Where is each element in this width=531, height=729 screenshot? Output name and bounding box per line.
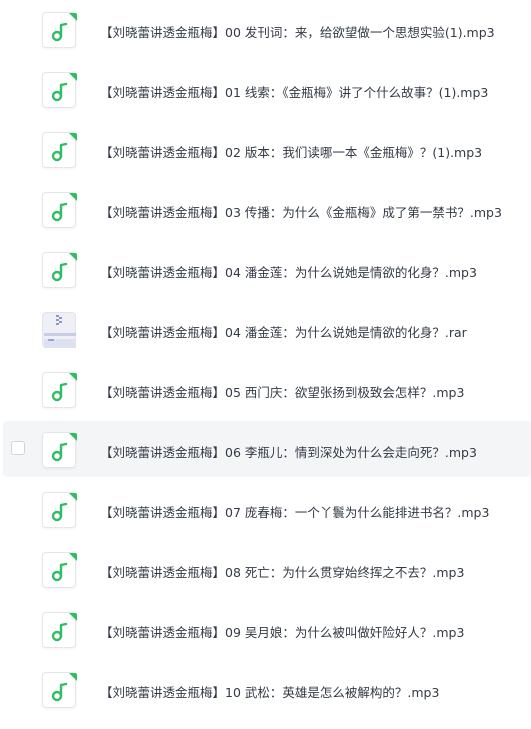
file-name[interactable]: 【刘晓蕾讲透金瓶梅】10 武松：英雄是怎么被解构的？.mp3 <box>100 682 439 701</box>
archive-icon <box>42 312 76 348</box>
music-note-icon <box>42 672 77 708</box>
file-row[interactable]: 【刘晓蕾讲透金瓶梅】01 线索：《金瓶梅》讲了个什么故事？(1).mp3 <box>0 62 531 118</box>
file-row[interactable]: 【刘晓蕾讲透金瓶梅】08 死亡：为什么贯穿始终挥之不去？.mp3 <box>0 542 531 598</box>
file-row[interactable]: 【刘晓蕾讲透金瓶梅】03 传播：为什么《金瓶梅》成了第一禁书？.mp3 <box>0 182 531 238</box>
file-list: 【刘晓蕾讲透金瓶梅】00 发刊词：来，给欲望做一个思想实验(1).mp3 【刘晓… <box>0 0 531 729</box>
file-row[interactable]: 【刘晓蕾讲透金瓶梅】09 吴月娘：为什么被叫做奸险好人？.mp3 <box>0 602 531 658</box>
file-row[interactable]: 【刘晓蕾讲透金瓶梅】04 潘金莲：为什么说她是情欲的化身？.mp3 <box>0 242 531 298</box>
music-note-icon <box>42 432 77 468</box>
file-name[interactable]: 【刘晓蕾讲透金瓶梅】06 李瓶儿：情到深处为什么会走向死？.mp3 <box>100 442 477 461</box>
file-row[interactable]: 【刘晓蕾讲透金瓶梅】05 西门庆：欲望张扬到极致会怎样？.mp3 <box>0 362 531 418</box>
music-note-icon <box>42 492 77 528</box>
music-note-icon <box>42 192 77 228</box>
select-checkbox[interactable] <box>11 441 25 455</box>
file-row[interactable]: 【刘晓蕾讲透金瓶梅】04 潘金莲：为什么说她是情欲的化身？.rar <box>0 302 531 358</box>
file-name[interactable]: 【刘晓蕾讲透金瓶梅】04 潘金莲：为什么说她是情欲的化身？.rar <box>100 322 467 341</box>
file-row[interactable]: 【刘晓蕾讲透金瓶梅】00 发刊词：来，给欲望做一个思想实验(1).mp3 <box>0 2 531 58</box>
music-note-icon <box>42 12 77 48</box>
music-note-icon <box>42 132 77 168</box>
file-row[interactable]: 【刘晓蕾讲透金瓶梅】02 版本：我们读哪一本《金瓶梅》？(1).mp3 <box>0 122 531 178</box>
music-note-icon <box>42 252 77 288</box>
file-name[interactable]: 【刘晓蕾讲透金瓶梅】00 发刊词：来，给欲望做一个思想实验(1).mp3 <box>100 22 495 41</box>
music-note-icon <box>42 612 77 648</box>
file-name[interactable]: 【刘晓蕾讲透金瓶梅】01 线索：《金瓶梅》讲了个什么故事？(1).mp3 <box>100 82 488 101</box>
file-name[interactable]: 【刘晓蕾讲透金瓶梅】07 庞春梅：一个丫鬟为什么能排进书名？.mp3 <box>100 502 489 521</box>
music-note-icon <box>42 372 77 408</box>
music-note-icon <box>42 72 77 108</box>
file-name[interactable]: 【刘晓蕾讲透金瓶梅】08 死亡：为什么贯穿始终挥之不去？.mp3 <box>100 562 464 581</box>
music-note-icon <box>42 552 77 588</box>
file-name[interactable]: 【刘晓蕾讲透金瓶梅】05 西门庆：欲望张扬到极致会怎样？.mp3 <box>100 382 464 401</box>
file-row[interactable]: 【刘晓蕾讲透金瓶梅】07 庞春梅：一个丫鬟为什么能排进书名？.mp3 <box>0 482 531 538</box>
file-name[interactable]: 【刘晓蕾讲透金瓶梅】03 传播：为什么《金瓶梅》成了第一禁书？.mp3 <box>100 202 502 221</box>
file-row[interactable]: 【刘晓蕾讲透金瓶梅】10 武松：英雄是怎么被解构的？.mp3 <box>0 662 531 718</box>
file-name[interactable]: 【刘晓蕾讲透金瓶梅】09 吴月娘：为什么被叫做奸险好人？.mp3 <box>100 622 464 641</box>
file-row-hovered[interactable]: 【刘晓蕾讲透金瓶梅】06 李瓶儿：情到深处为什么会走向死？.mp3 <box>3 421 531 477</box>
file-name[interactable]: 【刘晓蕾讲透金瓶梅】04 潘金莲：为什么说她是情欲的化身？.mp3 <box>100 262 477 281</box>
file-name[interactable]: 【刘晓蕾讲透金瓶梅】02 版本：我们读哪一本《金瓶梅》？(1).mp3 <box>100 142 482 161</box>
